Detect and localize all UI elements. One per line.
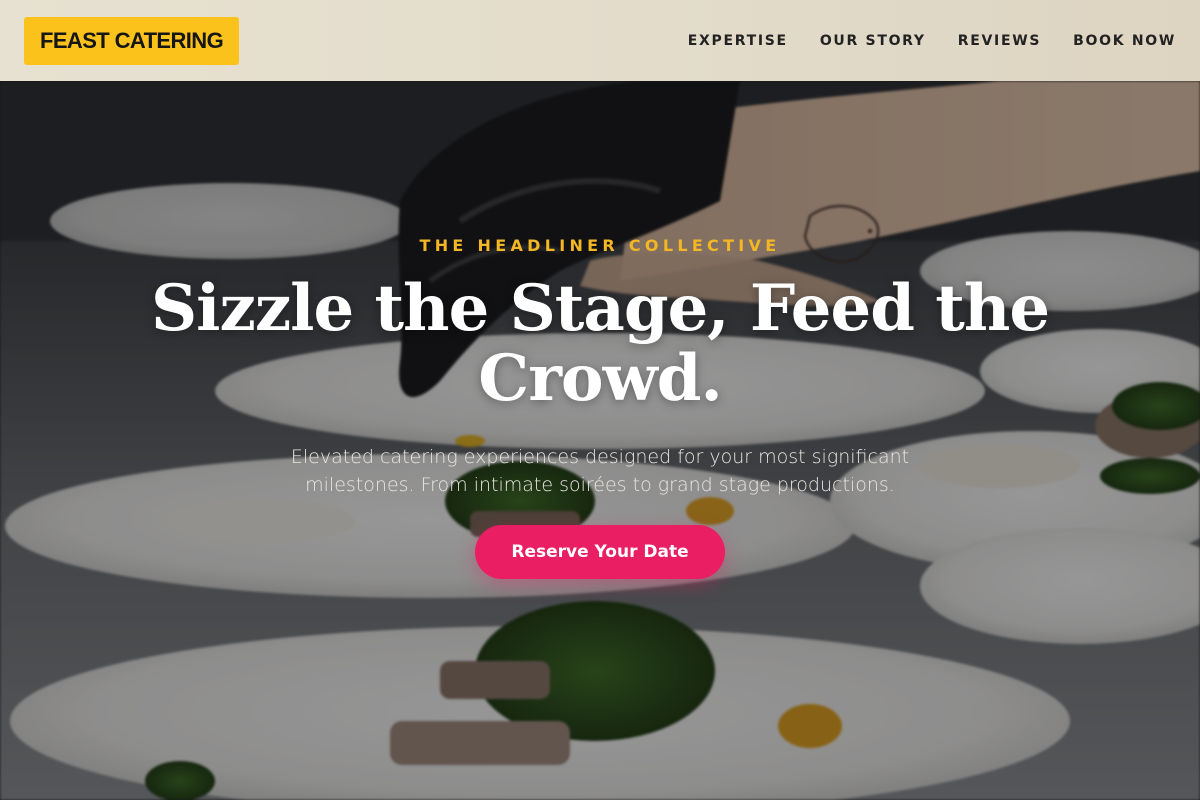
hero-subtext: Elevated catering experiences designed f… (290, 446, 910, 496)
hero-content: THE HEADLINER COLLECTIVE Sizzle the Stag… (0, 81, 1200, 800)
site-header: FEAST CATERING EXPERTISE OUR STORY REVIE… (0, 0, 1200, 81)
hero-section: THE HEADLINER COLLECTIVE Sizzle the Stag… (0, 81, 1200, 800)
nav-item-reviews[interactable]: REVIEWS (958, 33, 1041, 49)
hero-headline: Sizzle the Stage, Feed the Crowd. (150, 271, 1050, 416)
hero-eyebrow: THE HEADLINER COLLECTIVE (419, 236, 781, 255)
nav-item-our-story[interactable]: OUR STORY (820, 33, 926, 49)
nav-item-expertise[interactable]: EXPERTISE (688, 33, 788, 49)
reserve-date-button[interactable]: Reserve Your Date (475, 525, 725, 579)
main-nav: EXPERTISE OUR STORY REVIEWS BOOK NOW (656, 33, 1176, 49)
brand-logo[interactable]: FEAST CATERING (24, 16, 240, 65)
nav-item-book-now[interactable]: BOOK NOW (1073, 33, 1176, 49)
